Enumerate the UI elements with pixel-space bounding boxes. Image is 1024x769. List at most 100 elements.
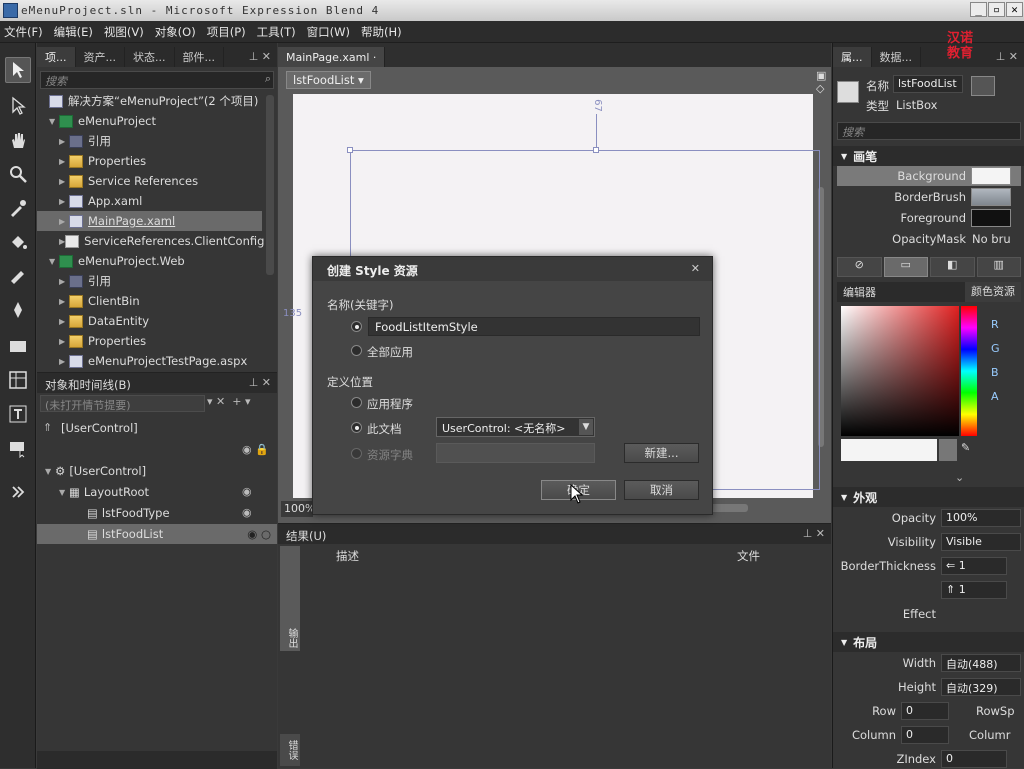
menu-object[interactable]: 对象(O) [155,24,196,40]
appearance-section-header[interactable]: ▼ 外观 [833,487,1024,507]
scope-up-icon[interactable]: ⇑ [43,421,52,434]
document-scope-dropdown[interactable]: UserControl: <无名称> [436,417,595,437]
collapsed-chevron-icon[interactable]: ▶ [59,157,69,166]
channel-b-label[interactable]: B [991,361,1000,385]
close-button[interactable]: ✕ [1006,2,1023,17]
tree-item[interactable]: ▼ eMenuProject.Web [37,251,262,271]
expand-chevron-icon[interactable]: ▼ [49,257,59,266]
tab-parts[interactable]: 部件... [175,47,224,67]
color-channels[interactable]: R G B A [991,313,1000,409]
direct-selection-tool[interactable] [5,93,31,119]
tree-item[interactable]: ▶ eMenuProjectTestPage.aspx [37,351,262,371]
collapsed-chevron-icon[interactable]: ▶ [59,297,69,306]
row-field[interactable]: 0 [901,702,949,720]
right-pin-icon[interactable]: ⊥ ✕ [990,50,1024,67]
paint-bucket-tool[interactable] [5,229,31,255]
storyboard-picker[interactable]: (未打开情节提要) [40,395,205,412]
object-usercontrol[interactable]: ▼ ⚙ [UserControl] [45,461,270,481]
name-radio[interactable] [351,321,362,332]
column-file[interactable]: 文件 [737,548,760,564]
object-lstfoodlist[interactable]: ▤ lstFoodList ◉ ○ [37,524,277,544]
eye-icon[interactable]: ◉ [242,506,252,519]
tree-item[interactable]: ▶ Properties [37,151,262,171]
dialog-close-icon[interactable]: ✕ [691,262,700,275]
objects-pin-icon[interactable]: ⊥ ✕ [249,376,271,389]
project-tree-scrollbar[interactable] [266,95,274,275]
brush-opacitymask-value[interactable]: No bru [972,232,1011,246]
tab-output[interactable]: 输出 [280,546,300,651]
resource-dictionary-radio[interactable] [351,448,362,459]
width-field[interactable]: 自动(488) [941,654,1021,672]
pin-icon[interactable]: ⊥ ✕ [243,50,277,67]
tree-item[interactable]: ▼ eMenuProject [37,111,262,131]
collapsed-chevron-icon[interactable]: ▶ [59,197,69,206]
tree-item[interactable]: ▶ ClientBin [37,291,262,311]
brush-background-label[interactable]: Background [897,169,966,183]
new-button[interactable]: 新建... [624,443,699,463]
color-picker-field[interactable] [841,306,959,436]
apply-all-radio[interactable] [351,345,362,356]
channel-r-label[interactable]: R [991,313,1000,337]
selection-tool[interactable] [5,57,31,83]
brush-borderbrush-label[interactable]: BorderBrush [894,190,966,204]
height-field[interactable]: 自动(329) [941,678,1021,696]
menu-file[interactable]: 文件(F) [4,24,43,40]
brush-borderbrush-swatch[interactable] [971,188,1011,206]
resource-dictionary-dropdown[interactable] [436,443,595,463]
brush-foreground-label[interactable]: Foreground [901,211,966,225]
tab-data[interactable]: 数据... [872,47,921,67]
menu-edit[interactable]: 编辑(E) [54,24,93,40]
resource-brush-button[interactable]: ▥ [976,257,1021,277]
minimize-button[interactable]: _ [970,2,987,17]
pen-tool[interactable] [5,297,31,323]
eyedropper-tool[interactable] [5,195,31,221]
project-search-input[interactable]: 搜索 [40,71,274,89]
channel-a-label[interactable]: A [991,385,1000,409]
menu-view[interactable]: 视图(V) [104,24,144,40]
gradient-brush-button[interactable]: ◧ [930,257,975,277]
gradient-tool[interactable] [5,263,31,289]
menu-window[interactable]: 窗口(W) [307,24,350,40]
tree-item[interactable]: ▶ Properties [37,331,262,351]
tab-states[interactable]: 状态... [125,47,175,67]
tree-item[interactable]: ▶ 引用 [37,271,262,291]
this-document-radio[interactable] [351,422,362,433]
tab-errors[interactable]: 错误 [280,734,300,766]
tab-mainpage[interactable]: MainPage.xaml · [278,47,386,67]
eye-icon[interactable]: ◉ ○ [247,527,277,541]
tree-item[interactable]: ▶ DataEntity [37,311,262,331]
brushes-section-header[interactable]: ▼ 画笔 [833,146,1024,166]
eyedropper-icon[interactable]: ✎ [961,441,970,454]
tab-assets[interactable]: 资产... [76,47,125,67]
column-field[interactable]: 0 [901,726,949,744]
storyboard-buttons[interactable]: ▾ ✕ + ▾ [207,395,250,408]
tab-color-editor[interactable]: 编辑器 [837,284,882,300]
tree-item[interactable]: ▶ App.xaml [37,191,262,211]
collapsed-chevron-icon[interactable]: ▶ [59,177,69,186]
tab-close-icon[interactable]: · [373,51,377,64]
tree-item[interactable]: ▶ 引用 [37,131,262,151]
visibility-all-icon[interactable]: ◉ 🔒 [242,443,269,456]
tab-properties[interactable]: 属... [833,47,872,67]
collapsed-chevron-icon[interactable]: ▶ [59,137,69,146]
tree-item[interactable]: 解决方案“eMenuProject”(2 个项目) [37,91,262,111]
hue-slider[interactable] [961,306,977,436]
zoom-tool[interactable] [5,161,31,187]
collapsed-chevron-icon[interactable]: ▶ [59,317,69,326]
expand-chevron-icon[interactable]: ▼ [49,117,59,126]
tab-projects[interactable]: 项... [37,47,76,67]
column-description[interactable]: 描述 [336,548,359,564]
visibility-dropdown[interactable]: Visible [941,533,1021,551]
pan-tool[interactable] [5,127,31,153]
opacity-field[interactable]: 100% [941,509,1021,527]
breadcrumb[interactable]: lstFoodList ▾ [286,71,371,89]
zoom-level[interactable]: 100% [281,501,315,517]
application-radio[interactable] [351,397,362,408]
menu-project[interactable]: 项目(P) [207,24,246,40]
tree-item[interactable]: ▶ Service References [37,171,262,191]
collapsed-chevron-icon[interactable]: ▶ [59,357,69,366]
border-left-field[interactable]: ⇐ 1 [941,557,1007,575]
channel-g-label[interactable]: G [991,337,1000,361]
results-pin-icon[interactable]: ⊥ ✕ [803,527,825,540]
cancel-button[interactable]: 取消 [624,480,699,500]
